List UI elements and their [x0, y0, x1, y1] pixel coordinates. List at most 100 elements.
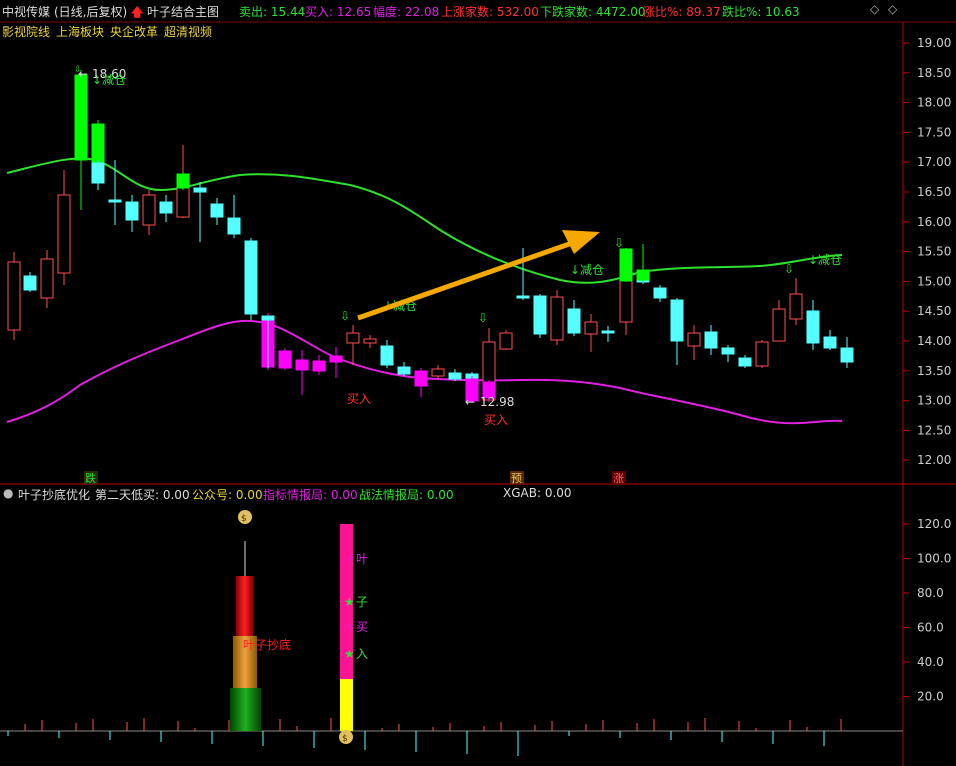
fall-marker-text: 跌 — [85, 471, 96, 485]
candle-body[interactable] — [431, 368, 445, 377]
candle-body[interactable] — [193, 187, 207, 193]
candle-body[interactable] — [533, 295, 547, 335]
star-icon: ★ — [344, 595, 355, 609]
price-axis-label: 13.00 — [917, 394, 951, 408]
sub-chart-header: ● 叶子抄底优化 第二天低买: 0.00 公众号: 0.00 指标情报局: 0.… — [0, 485, 900, 503]
svg-text:$: $ — [241, 514, 247, 524]
candle-body[interactable] — [57, 194, 71, 274]
candle-body[interactable] — [772, 308, 786, 342]
candle-body[interactable] — [363, 338, 377, 344]
indicator-info-value: 指标情报局: 0.00 — [263, 488, 358, 502]
candle-body[interactable] — [261, 315, 275, 321]
candle-body[interactable] — [312, 360, 326, 372]
down-arrow-icon: ⇩ — [784, 262, 794, 276]
sub-indicator-name[interactable]: 叶子抄底优化 — [18, 486, 90, 503]
candle-body[interactable] — [74, 74, 88, 161]
candle-body[interactable] — [91, 123, 105, 164]
candle-body[interactable] — [414, 370, 428, 387]
price-axis-label: 17.00 — [917, 155, 951, 169]
next-day-value: 第二天低买: 0.00 — [95, 488, 190, 502]
price-axis-label: 17.50 — [917, 125, 951, 139]
down-arrow-icon: ⇩ — [74, 65, 82, 75]
candle-body[interactable] — [670, 299, 684, 342]
down-arrow-icon: ⇩ — [478, 311, 488, 325]
candle-body[interactable] — [346, 332, 360, 344]
candle-body[interactable] — [550, 296, 564, 341]
sub-axis-label: 20.0 — [917, 690, 944, 704]
candle-body[interactable] — [108, 199, 122, 203]
price-axis-label: 15.00 — [917, 274, 951, 288]
money-bag-icon: $ — [339, 730, 353, 744]
sub-axis-label: 40.0 — [917, 655, 944, 669]
candle-body[interactable] — [278, 350, 292, 369]
star-label: 入 — [356, 647, 368, 661]
candle-body[interactable] — [329, 355, 343, 363]
candle-body[interactable] — [840, 347, 854, 363]
candle-body[interactable] — [125, 201, 139, 221]
chart-canvas[interactable]: 19.00 18.50 18.00 17.50 17.00 16.50 16.00 15.50… — [0, 0, 956, 766]
candle-body[interactable] — [210, 203, 224, 218]
bottom-bar-green — [230, 688, 261, 731]
candle-body[interactable] — [91, 162, 105, 184]
star-label: 买 — [356, 620, 368, 634]
candle-body[interactable] — [397, 366, 411, 375]
price-axis-label: 14.00 — [917, 334, 951, 348]
candle-body[interactable] — [142, 194, 156, 226]
money-bag-icon: $ — [238, 510, 252, 524]
strategy-info-value: 战法情报局: 0.00 — [359, 488, 454, 502]
reduce-label: ↓减仓 — [808, 253, 842, 267]
reduce-label: ↓减仓 — [92, 73, 126, 87]
candle-body[interactable] — [244, 240, 258, 315]
candle-body[interactable] — [687, 332, 701, 347]
candle-body[interactable] — [499, 332, 513, 350]
bottom-label: 叶子抄底 — [243, 637, 291, 652]
price-axis-label: 12.50 — [917, 423, 951, 437]
candle-body[interactable] — [176, 173, 190, 189]
svg-text:$: $ — [342, 734, 348, 744]
candle-body[interactable] — [823, 336, 837, 349]
candle-body[interactable] — [601, 330, 615, 334]
price-axis-label: 12.00 — [917, 453, 951, 467]
candle-body[interactable] — [789, 293, 803, 320]
star-label: 子 — [356, 595, 368, 609]
sub-axis-label: 100.0 — [917, 552, 951, 566]
buy-signal-label: 买入 — [484, 413, 508, 427]
star-label: 叶 — [356, 552, 368, 566]
candle-body[interactable] — [40, 258, 54, 299]
candle-body[interactable] — [380, 345, 394, 366]
candle-body[interactable] — [448, 372, 462, 380]
candle-body[interactable] — [7, 261, 21, 331]
trend-arrow-icon — [357, 230, 600, 321]
price-axis-label: 13.50 — [917, 364, 951, 378]
sub-axis-label: 80.0 — [917, 586, 944, 600]
rise-marker-text: 涨 — [613, 472, 624, 485]
candle-body[interactable] — [755, 341, 769, 367]
candle-body[interactable] — [653, 287, 667, 299]
candle-body[interactable] — [806, 310, 820, 344]
sub-axis-label: 60.0 — [917, 621, 944, 635]
price-axis-label: 14.50 — [917, 304, 951, 318]
candle-body[interactable] — [227, 217, 241, 235]
candle-body[interactable] — [619, 248, 633, 282]
candle-body[interactable] — [636, 269, 650, 281]
candle-body[interactable] — [721, 347, 735, 355]
buy-signal-label: 买入 — [347, 392, 371, 406]
candle-body[interactable] — [704, 331, 718, 349]
star-icon: ☆ — [344, 552, 355, 566]
candle-body[interactable] — [295, 359, 309, 371]
price-axis-label: 18.50 — [917, 66, 951, 80]
star-icon: ☆ — [344, 620, 355, 634]
sub-axis-label: 120.0 — [917, 517, 951, 531]
candle-body[interactable] — [159, 201, 173, 214]
price-axis-label: 18.00 — [917, 96, 951, 110]
candle-body[interactable] — [567, 308, 581, 334]
candle-body[interactable] — [23, 275, 37, 291]
candle-body[interactable] — [738, 357, 752, 367]
bottom-bar-red — [236, 576, 253, 636]
candle-body[interactable] — [516, 295, 530, 299]
circle-icon: ● — [3, 486, 14, 500]
signal-bar-yellow — [340, 679, 353, 731]
candle-body[interactable] — [584, 321, 598, 335]
reduce-label: ↓减仓 — [570, 263, 604, 277]
xgab-value: XGAB: 0.00 — [503, 486, 572, 500]
